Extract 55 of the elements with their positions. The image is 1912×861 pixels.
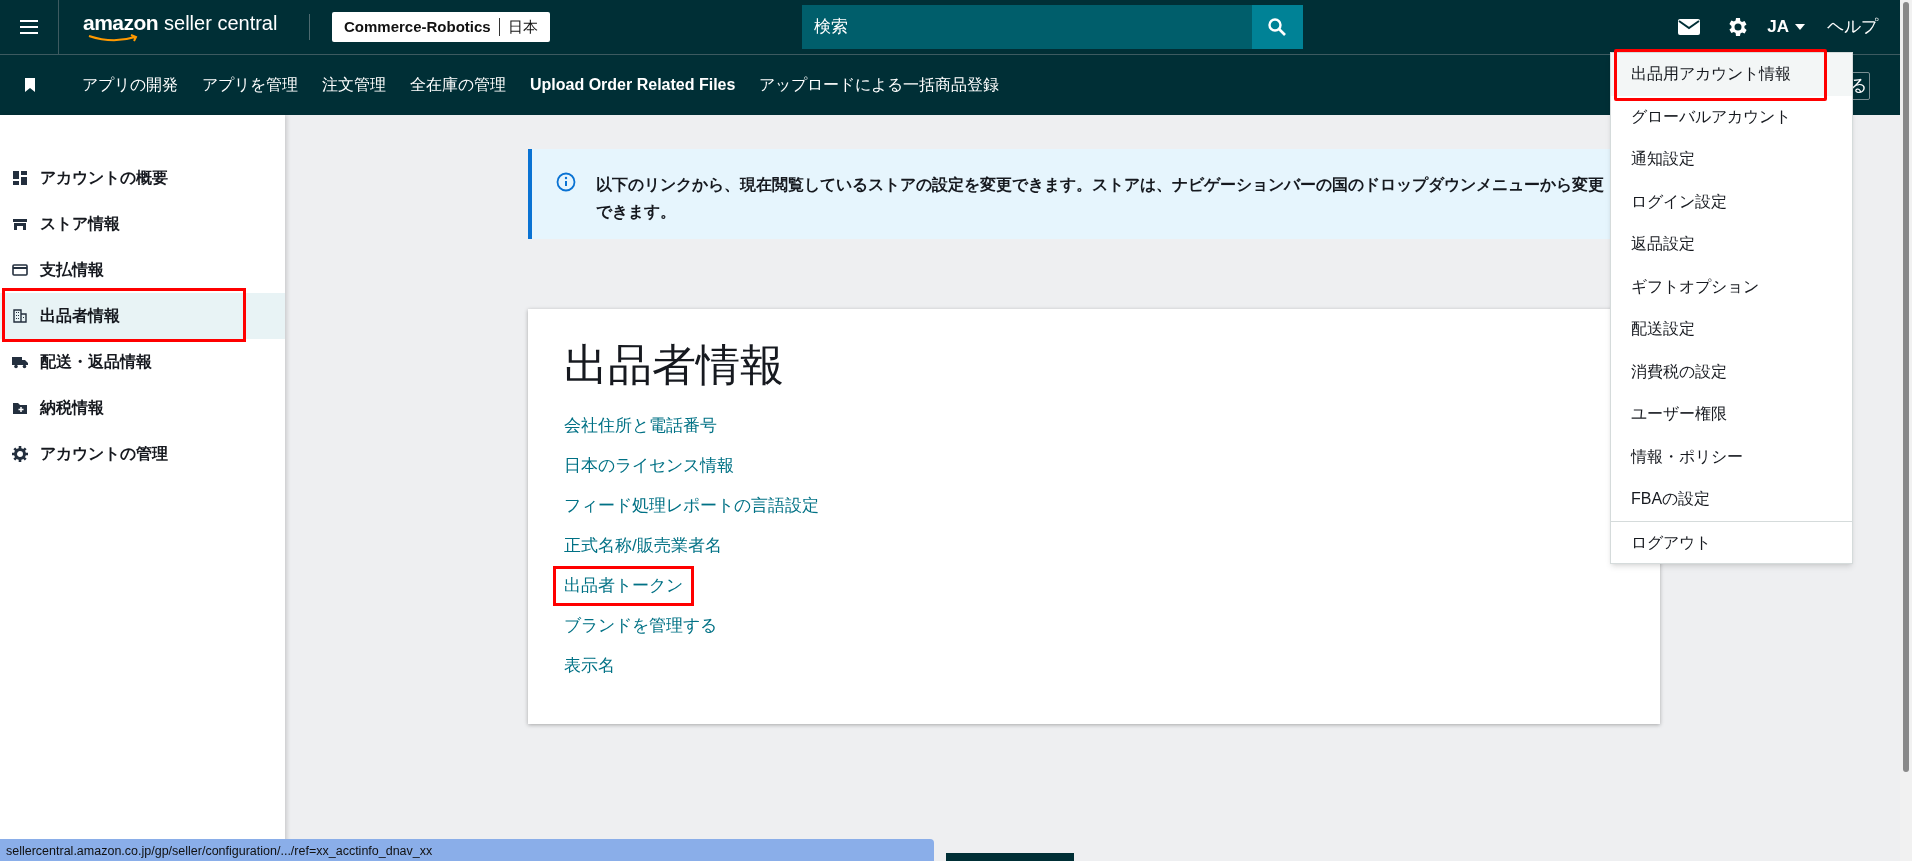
folder-icon xyxy=(12,400,28,416)
search-icon xyxy=(1267,17,1288,37)
language-menu[interactable]: JA xyxy=(1767,14,1805,40)
mail-icon[interactable] xyxy=(1677,18,1702,36)
caret-icon xyxy=(1795,24,1805,30)
menu-item[interactable]: ログアウト xyxy=(1611,521,1852,563)
scrollbar-thumb[interactable] xyxy=(1903,2,1909,772)
status-tooltip: sellercentral.amazon.co.jp/gp/seller/configuration/.../ref=xx_acctinfo_dnav_xx xyxy=(0,839,934,861)
menu-item[interactable]: ギフトオプション xyxy=(1611,265,1852,308)
sidebar-item[interactable]: ストア情報 xyxy=(0,201,285,247)
info-message: 以下のリンクから、現在閲覧しているストアの設定を変更できます。ストアは、ナビゲーションバーの国のドロップダウンメニューから変更できます。 xyxy=(596,175,1605,222)
store-switcher[interactable]: Commerce-Robotics 日本 xyxy=(332,12,550,42)
menu-item[interactable]: ユーザー権限 xyxy=(1611,393,1852,436)
help-link[interactable]: ヘルプ xyxy=(1827,14,1878,40)
nav-link[interactable]: 全在庫の管理 xyxy=(410,73,506,97)
menu-item[interactable]: 出品用アカウント情報 xyxy=(1611,53,1852,96)
bookmark-icon[interactable] xyxy=(24,78,36,92)
menu-item[interactable]: FBAの設定 xyxy=(1611,478,1852,521)
store-icon xyxy=(12,216,28,232)
settings-link[interactable]: ブランドを管理する xyxy=(553,606,728,646)
settings-link[interactable]: 会社住所と電話番号 xyxy=(553,406,728,446)
gear-icon xyxy=(12,446,28,462)
dashboard-icon xyxy=(12,170,28,186)
nav-link[interactable]: アプリを管理 xyxy=(202,73,298,97)
sidebar-item[interactable]: 支払情報 xyxy=(0,247,285,293)
menu-item[interactable]: ログイン設定 xyxy=(1611,180,1852,223)
truck-icon xyxy=(12,354,28,370)
settings-link[interactable]: 表示名 xyxy=(553,646,626,686)
credit-card-icon xyxy=(12,262,28,278)
sidebar-item[interactable]: 納税情報 xyxy=(0,385,285,431)
menu-item[interactable]: 配送設定 xyxy=(1611,308,1852,351)
nav-link[interactable]: アプリの開発 xyxy=(82,73,178,97)
nav-link[interactable]: Upload Order Related Files xyxy=(530,73,736,97)
settings-link[interactable]: 出品者トークン xyxy=(553,566,694,606)
settings-link[interactable]: 正式名称/販売業者名 xyxy=(553,526,733,566)
sidebar-item[interactable]: 配送・返品情報 xyxy=(0,339,285,385)
nav-link[interactable]: アップロードによる一括商品登録 xyxy=(759,73,1000,97)
menu-item[interactable]: 返品設定 xyxy=(1611,223,1852,266)
menu-item[interactable]: グローバルアカウント xyxy=(1611,95,1852,138)
building-icon xyxy=(12,308,28,324)
menu-item[interactable]: 情報・ポリシー xyxy=(1611,435,1852,478)
settings-link[interactable]: フィード処理レポートの言語設定 xyxy=(553,486,830,526)
menu-icon[interactable] xyxy=(19,19,39,35)
sidebar-item[interactable]: アカウントの管理 xyxy=(0,431,285,477)
page-title: 出品者情報 xyxy=(564,343,784,387)
info-icon xyxy=(556,172,576,192)
logo-text: amazon xyxy=(83,12,159,33)
logo-subtitle: seller central xyxy=(164,13,278,33)
sidebar-item[interactable]: アカウントの概要 xyxy=(0,155,285,201)
smile-icon xyxy=(87,34,139,42)
search-button[interactable] xyxy=(1251,5,1303,49)
settings-link[interactable]: 日本のライセンス情報 xyxy=(553,446,745,486)
menu-item[interactable]: 消費税の設定 xyxy=(1611,350,1852,393)
menu-item[interactable]: 通知設定 xyxy=(1611,138,1852,181)
nav-link[interactable]: 注文管理 xyxy=(322,73,386,97)
